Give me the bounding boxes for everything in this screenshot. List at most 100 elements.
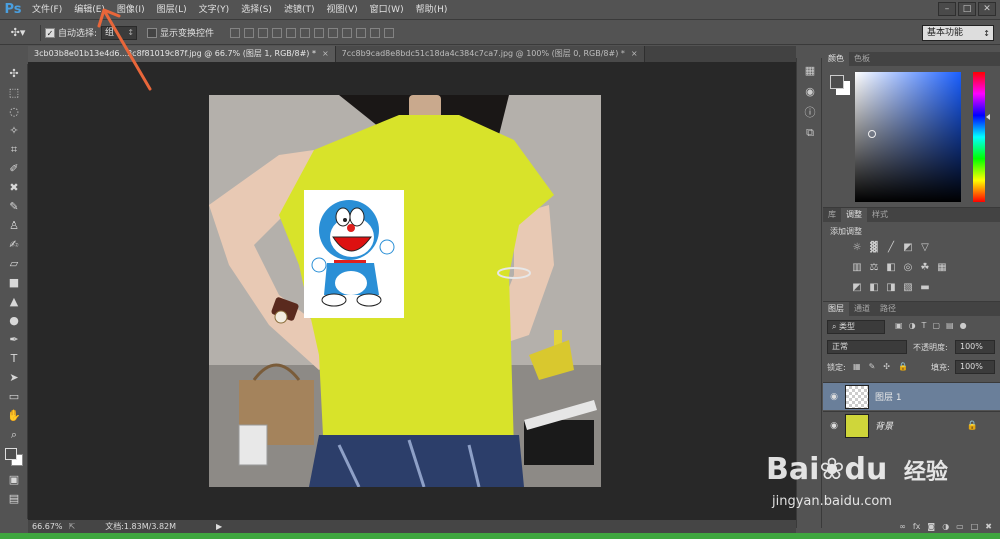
- path-select-icon[interactable]: ➤: [0, 368, 28, 387]
- exposure-icon[interactable]: ◩: [902, 242, 914, 253]
- menu-type[interactable]: 文字(Y): [193, 0, 236, 20]
- layer-name[interactable]: 背景: [875, 419, 893, 432]
- tab-libraries[interactable]: 库: [823, 208, 841, 222]
- tab-close-icon[interactable]: ×: [631, 49, 638, 58]
- blend-mode-dropdown[interactable]: 正常: [827, 340, 907, 354]
- crop-icon[interactable]: ⌗: [0, 140, 28, 159]
- color-swatches[interactable]: [0, 444, 28, 470]
- move-icon[interactable]: ✣: [0, 64, 28, 83]
- group-icon[interactable]: ▭: [956, 522, 964, 533]
- trash-icon[interactable]: ✖: [985, 522, 992, 533]
- invert-icon[interactable]: ◩: [851, 282, 863, 293]
- tab-close-icon[interactable]: ×: [322, 49, 329, 58]
- distribute-top-icon[interactable]: [314, 27, 325, 38]
- distribute-left-icon[interactable]: [356, 27, 367, 38]
- layer-row-2[interactable]: ◉ 背景 🔒: [823, 411, 1000, 439]
- document-canvas[interactable]: [209, 95, 601, 487]
- gradient-icon[interactable]: ■: [0, 273, 28, 292]
- link-icon[interactable]: ∞: [899, 522, 906, 533]
- color-picker-field[interactable]: [855, 72, 961, 202]
- foreground-color[interactable]: [5, 448, 17, 460]
- distribute-vcenter-icon[interactable]: [328, 27, 339, 38]
- tab-color[interactable]: 颜色: [823, 52, 849, 66]
- blur-icon[interactable]: ▲: [0, 292, 28, 311]
- canvas-area[interactable]: [28, 62, 796, 520]
- lock-position-icon[interactable]: ✣: [883, 362, 890, 371]
- tab-styles[interactable]: 样式: [867, 208, 893, 222]
- history-brush-icon[interactable]: ✍: [0, 235, 28, 254]
- vibrance-icon[interactable]: ▽: [919, 242, 931, 253]
- tab-document-1[interactable]: 3cb03b8e01b13e4d6...3c8f81019c87f.jpg @ …: [28, 46, 336, 62]
- history-icon[interactable]: ▦: [800, 61, 820, 79]
- mask-icon[interactable]: ◙: [927, 522, 935, 533]
- lock-transparent-icon[interactable]: ▦: [853, 362, 861, 371]
- eraser-icon[interactable]: ▱: [0, 254, 28, 273]
- tab-channels[interactable]: 通道: [849, 302, 875, 316]
- properties-icon[interactable]: ⓘ: [800, 103, 820, 121]
- menu-filter[interactable]: 滤镜(T): [278, 0, 321, 20]
- brush-icon[interactable]: ✎: [0, 197, 28, 216]
- levels-icon[interactable]: ▓: [868, 242, 880, 253]
- filter-toggle-icon[interactable]: ●: [960, 321, 967, 330]
- fx-icon[interactable]: fx: [913, 522, 921, 533]
- align-vcenter-icon[interactable]: [244, 27, 255, 38]
- opacity-input[interactable]: 100%: [955, 340, 995, 354]
- quick-mask-icon[interactable]: ▣: [0, 470, 28, 489]
- zoom-icon[interactable]: ⌕: [0, 425, 28, 444]
- zoom-level[interactable]: 66.67%: [32, 522, 63, 531]
- distribute-bottom-icon[interactable]: [342, 27, 353, 38]
- visibility-eye-icon[interactable]: ◉: [823, 421, 845, 431]
- minimize-button[interactable]: –: [938, 2, 956, 16]
- align-left-icon[interactable]: [272, 27, 283, 38]
- pen-icon[interactable]: ✒: [0, 330, 28, 349]
- menu-file[interactable]: 文件(F): [26, 0, 68, 20]
- brightness-icon[interactable]: ☼: [851, 242, 863, 253]
- visibility-eye-icon[interactable]: ◉: [823, 392, 845, 402]
- type-icon[interactable]: T: [0, 349, 28, 368]
- smart-filter-icon[interactable]: ▤: [946, 321, 954, 330]
- align-right-icon[interactable]: [300, 27, 311, 38]
- dodge-icon[interactable]: ●: [0, 311, 28, 330]
- character-icon[interactable]: ⧉: [800, 124, 820, 142]
- hue-slider-handle[interactable]: [986, 114, 990, 120]
- selective-color-icon[interactable]: ▧: [902, 282, 914, 293]
- layer-kind-filter[interactable]: ⌕ 类型: [827, 320, 885, 334]
- move-tool-preset-icon[interactable]: ✣▾: [0, 23, 36, 43]
- tab-adjustments[interactable]: 调整: [841, 208, 867, 222]
- align-bottom-icon[interactable]: [258, 27, 269, 38]
- panel-foreground-color[interactable]: [830, 75, 844, 89]
- magic-wand-icon[interactable]: ✧: [0, 121, 28, 140]
- actions-icon[interactable]: ◉: [800, 82, 820, 100]
- gradient-map-icon[interactable]: ▬: [919, 282, 931, 293]
- menu-help[interactable]: 帮助(H): [410, 0, 454, 20]
- stamp-icon[interactable]: ♙: [0, 216, 28, 235]
- layer-name[interactable]: 图层 1: [875, 390, 902, 403]
- layer-lock-icon[interactable]: 🔒: [967, 421, 978, 431]
- auto-select-checkbox[interactable]: ✓: [45, 27, 55, 38]
- color-balance-icon[interactable]: ⚖: [868, 262, 880, 273]
- export-icon[interactable]: ⇱: [69, 522, 76, 531]
- channel-mixer-icon[interactable]: ☘: [919, 262, 931, 273]
- pixel-filter-icon[interactable]: ▣: [895, 321, 903, 330]
- type-filter-icon[interactable]: T: [922, 321, 927, 330]
- lock-all-icon[interactable]: 🔒: [898, 362, 908, 371]
- curves-icon[interactable]: ╱: [885, 242, 897, 253]
- menu-view[interactable]: 视图(V): [320, 0, 363, 20]
- eyedropper-icon[interactable]: ✐: [0, 159, 28, 178]
- black-white-icon[interactable]: ◧: [885, 262, 897, 273]
- menu-window[interactable]: 窗口(W): [364, 0, 410, 20]
- photo-filter-icon[interactable]: ◎: [902, 262, 914, 273]
- fill-input[interactable]: 100%: [955, 360, 995, 374]
- lock-pixels-icon[interactable]: ✎: [869, 362, 876, 371]
- distribute-right-icon[interactable]: [384, 27, 395, 38]
- close-button[interactable]: ✕: [978, 2, 996, 16]
- layer-row-1[interactable]: ◉ 图层 1: [823, 382, 1000, 410]
- marquee-icon[interactable]: ⬚: [0, 83, 28, 102]
- status-menu-icon[interactable]: ▶: [216, 522, 222, 531]
- healing-brush-icon[interactable]: ✖: [0, 178, 28, 197]
- shape-filter-icon[interactable]: ▢: [932, 321, 940, 330]
- new-layer-icon[interactable]: □: [971, 522, 979, 533]
- hue-slider[interactable]: [973, 72, 985, 202]
- posterize-icon[interactable]: ◧: [868, 282, 880, 293]
- tab-layers[interactable]: 图层: [823, 302, 849, 316]
